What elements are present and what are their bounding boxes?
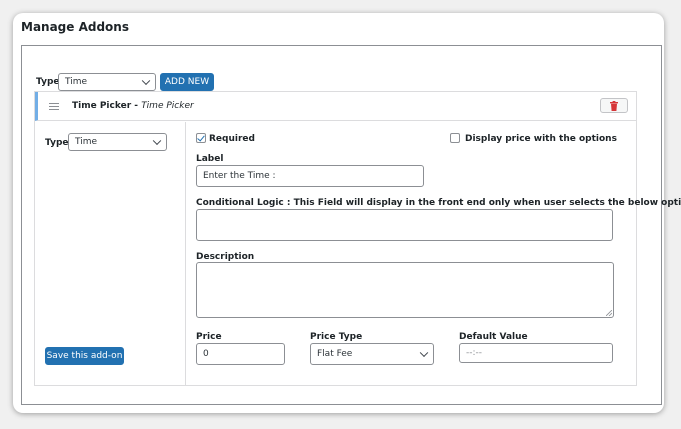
drag-handle-icon[interactable] xyxy=(49,103,59,111)
price-heading: Price xyxy=(196,332,222,342)
addon-item: Time Picker - Time Picker Type Time Save… xyxy=(34,91,681,386)
price-input[interactable]: 0 xyxy=(196,343,285,365)
addons-panel: Type Time ADD NEW Time Picker - Time Pic… xyxy=(21,45,681,405)
save-addon-button[interactable]: Save this add-on xyxy=(45,347,124,365)
checkmark-icon xyxy=(197,133,205,142)
addon-title-separator: - xyxy=(134,101,139,111)
display-price-label: Display price with the options xyxy=(465,134,617,144)
trash-icon xyxy=(610,100,618,111)
conditional-logic-heading: Conditional Logic : This Field will disp… xyxy=(196,198,681,208)
required-label: Required xyxy=(209,134,255,144)
manage-addons-card: Manage Addons Type Time ADD NEW Time Pic… xyxy=(13,13,681,413)
price-type-heading: Price Type xyxy=(310,332,363,342)
add-new-button[interactable]: ADD NEW xyxy=(160,73,214,91)
default-value-input[interactable]: --:-- xyxy=(459,343,613,363)
description-heading: Description xyxy=(196,252,255,262)
addon-subtitle: Time Picker xyxy=(141,101,194,111)
page-title: Manage Addons xyxy=(21,20,129,34)
top-type-select[interactable]: Time xyxy=(58,73,156,91)
description-textarea[interactable] xyxy=(196,262,614,318)
top-type-value: Time xyxy=(65,77,88,87)
addon-type-select[interactable]: Time xyxy=(68,133,167,151)
default-value-heading: Default Value xyxy=(459,332,528,342)
label-input[interactable]: Enter the Time : xyxy=(196,165,424,187)
chevron-down-icon xyxy=(141,76,151,86)
addon-title: Time Picker - Time Picker xyxy=(72,101,194,111)
price-type-value: Flat Fee xyxy=(317,349,353,359)
conditional-logic-input[interactable] xyxy=(196,209,613,241)
price-type-select[interactable]: Flat Fee xyxy=(310,343,434,365)
chevron-down-icon xyxy=(419,348,429,358)
chevron-down-icon xyxy=(152,136,162,146)
addon-header[interactable]: Time Picker - Time Picker xyxy=(35,92,636,121)
label-heading: Label xyxy=(196,154,224,164)
required-checkbox[interactable] xyxy=(196,133,206,143)
delete-addon-button[interactable] xyxy=(600,98,628,113)
top-type-label: Type xyxy=(36,77,60,87)
addon-type-value: Time xyxy=(75,137,98,147)
addon-title-text: Time Picker xyxy=(72,101,132,111)
addon-type-label: Type xyxy=(45,138,69,148)
display-price-checkbox[interactable] xyxy=(450,133,460,143)
resize-handle-icon[interactable] xyxy=(606,310,612,316)
column-divider xyxy=(185,122,186,386)
